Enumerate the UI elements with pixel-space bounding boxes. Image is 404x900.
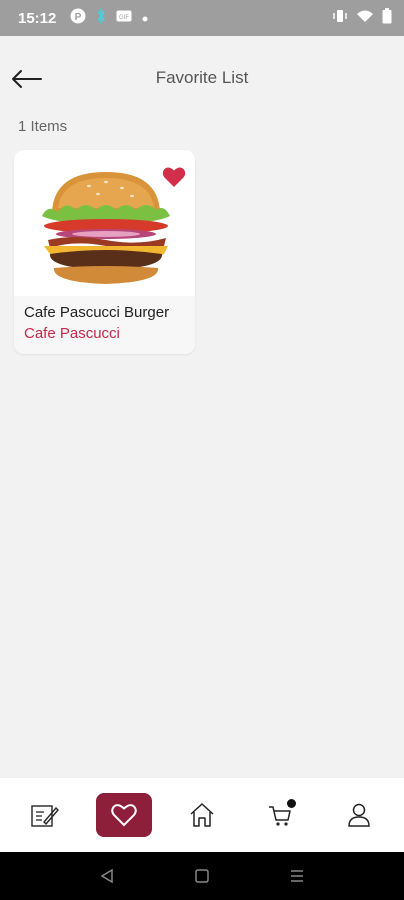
product-name: Cafe Pascucci Burger [24, 304, 170, 321]
battery-icon [382, 7, 392, 29]
nav-profile[interactable] [331, 793, 387, 837]
system-home-button[interactable] [187, 861, 217, 891]
square-home-icon [195, 869, 209, 883]
gif-icon: GIF [116, 9, 132, 27]
system-recents-button[interactable] [282, 861, 312, 891]
nav-favorites[interactable] [95, 793, 152, 837]
system-nav-bar [0, 852, 404, 900]
dot-icon [142, 9, 148, 27]
favorite-product-card[interactable]: Cafe Pascucci Burger Cafe Pascucci [14, 150, 195, 354]
favorite-heart-button[interactable] [162, 166, 186, 188]
product-vendor[interactable]: Cafe Pascucci [24, 325, 185, 342]
nav-menu[interactable] [17, 793, 73, 837]
status-right [332, 7, 392, 29]
heart-outline-icon [110, 804, 137, 827]
wifi-icon [356, 9, 374, 28]
nav-cart[interactable] [252, 793, 308, 837]
svg-text:GIF: GIF [119, 15, 129, 21]
recents-icon [290, 870, 303, 882]
svg-text:P: P [75, 12, 82, 23]
user-icon [347, 803, 370, 827]
p-badge-icon: P [70, 8, 86, 29]
status-time: 15:12 [18, 9, 57, 27]
vibrate-icon [332, 9, 348, 28]
menu-edit-icon [31, 805, 60, 827]
status-bar: 15:12 P GIF [0, 0, 404, 36]
bluetooth-icon [96, 7, 106, 29]
page-title: Favorite List [155, 68, 249, 87]
cart-badge [287, 799, 297, 808]
triangle-back-icon [100, 869, 114, 883]
system-back-button[interactable] [92, 861, 122, 891]
items-count: 1 Items [18, 118, 68, 135]
nav-home[interactable] [174, 793, 230, 837]
bottom-nav [0, 778, 404, 852]
heart-icon [162, 167, 186, 187]
product-info: Cafe Pascucci Burger Cafe Pascucci [14, 296, 195, 354]
home-icon [190, 803, 214, 827]
app-header: Favorite List [0, 36, 404, 122]
product-image [14, 150, 195, 296]
